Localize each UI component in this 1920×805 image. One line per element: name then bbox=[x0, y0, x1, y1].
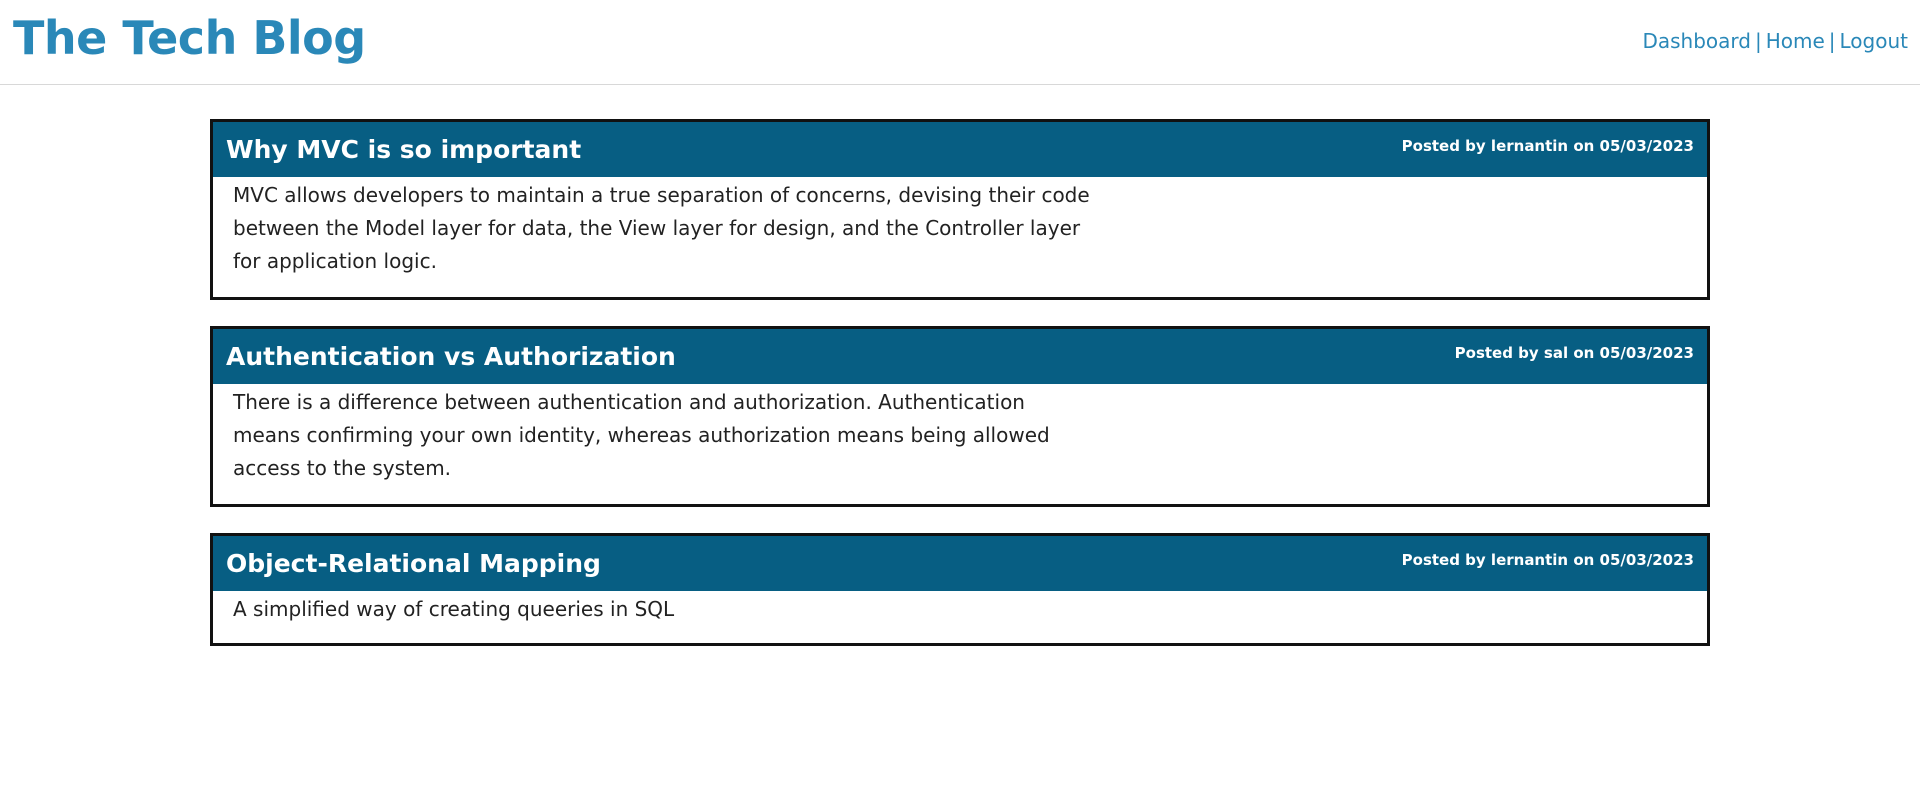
post-card[interactable]: Object-Relational Mapping Posted by lern… bbox=[210, 533, 1710, 646]
post-card[interactable]: Why MVC is so important Posted by lernan… bbox=[210, 119, 1710, 300]
post-meta: Posted by lernantin on 05/03/2023 bbox=[1401, 551, 1694, 569]
post-title[interactable]: Object-Relational Mapping bbox=[226, 548, 601, 580]
post-header: Why MVC is so important Posted by lernan… bbox=[213, 122, 1707, 177]
main-nav: Dashboard | Home | Logout bbox=[1642, 28, 1908, 54]
post-body: There is a difference between authentica… bbox=[213, 384, 1707, 504]
post-card[interactable]: Authentication vs Authorization Posted b… bbox=[210, 326, 1710, 507]
site-title-link[interactable]: The Tech Blog bbox=[13, 9, 366, 67]
site-header: The Tech Blog Dashboard | Home | Logout bbox=[0, 0, 1920, 85]
post-meta: Posted by lernantin on 05/03/2023 bbox=[1401, 137, 1694, 155]
post-list: Why MVC is so important Posted by lernan… bbox=[210, 119, 1710, 672]
nav-logout-link[interactable]: Logout bbox=[1840, 29, 1908, 53]
post-title[interactable]: Why MVC is so important bbox=[226, 134, 581, 166]
post-meta: Posted by sal on 05/03/2023 bbox=[1454, 344, 1694, 362]
nav-dashboard-link[interactable]: Dashboard bbox=[1642, 29, 1751, 53]
post-content: MVC allows developers to maintain a true… bbox=[233, 183, 1090, 273]
post-content: A simplified way of creating queeries in… bbox=[233, 597, 675, 621]
nav-separator: | bbox=[1754, 29, 1762, 53]
post-header: Authentication vs Authorization Posted b… bbox=[213, 329, 1707, 384]
nav-home-link[interactable]: Home bbox=[1766, 29, 1825, 53]
post-body: A simplified way of creating queeries in… bbox=[213, 591, 1707, 643]
post-content: There is a difference between authentica… bbox=[233, 390, 1050, 480]
post-header: Object-Relational Mapping Posted by lern… bbox=[213, 536, 1707, 591]
post-body: MVC allows developers to maintain a true… bbox=[213, 177, 1707, 297]
post-title[interactable]: Authentication vs Authorization bbox=[226, 341, 676, 373]
nav-separator: | bbox=[1828, 29, 1836, 53]
